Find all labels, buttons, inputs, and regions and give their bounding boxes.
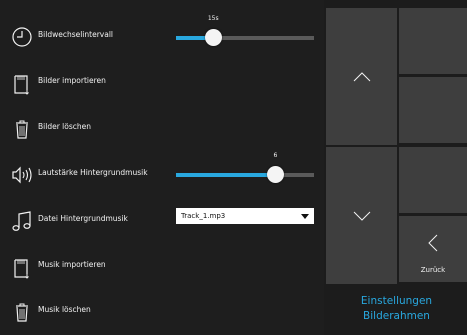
- setting-row-delete-images[interactable]: Bilder löschen: [0, 106, 324, 152]
- chevron-up-icon: [353, 71, 370, 81]
- import-icon: [14, 259, 29, 279]
- back-label: Zurück: [420, 266, 446, 274]
- empty-tile: [399, 8, 467, 74]
- import-music-label: Musik importieren: [38, 260, 106, 269]
- slideshow-interval-label: Bildwechselintervall: [38, 30, 113, 39]
- speaker-icon: [12, 166, 32, 184]
- music-file-selected: Track_1.mp3: [181, 212, 226, 220]
- setting-row-music-volume: Lautstärke Hintergrundmusik 6: [0, 152, 324, 198]
- chevron-down-icon: [353, 211, 370, 221]
- scroll-down-button[interactable]: [326, 147, 397, 284]
- slider-fill: [176, 173, 276, 177]
- music-file-select[interactable]: Track_1.mp3: [176, 208, 314, 224]
- slider-thumb[interactable]: [204, 29, 222, 46]
- page-title: Einstellungen Bilderahmen: [326, 284, 467, 335]
- delete-images-label: Bilder löschen: [38, 122, 91, 131]
- setting-row-delete-music[interactable]: Musik löschen: [0, 289, 324, 335]
- music-volume-label: Lautstärke Hintergrundmusik: [38, 168, 148, 177]
- music-volume-value: 6: [273, 152, 278, 159]
- trash-icon: [16, 303, 28, 322]
- setting-row-slideshow-interval: Bildwechselintervall 15s: [0, 14, 324, 60]
- slideshow-interval-slider[interactable]: 15s: [176, 15, 314, 47]
- empty-tile: [399, 147, 467, 213]
- import-images-label: Bilder importieren: [38, 76, 106, 85]
- settings-panel: Bildwechselintervall 15s Bilder importie…: [0, 0, 324, 335]
- setting-row-import-images[interactable]: Bilder importieren: [0, 60, 324, 106]
- navigation-panel: Zurück Einstellungen Bilderahmen: [324, 0, 467, 335]
- clock-icon: [12, 27, 32, 47]
- page-title-line2: Bilderahmen: [363, 310, 430, 322]
- chevron-left-icon: [428, 234, 438, 252]
- setting-row-import-music[interactable]: Musik importieren: [0, 244, 324, 290]
- trash-icon: [16, 120, 28, 139]
- scroll-up-button[interactable]: [326, 8, 397, 145]
- chevron-down-icon: [301, 214, 309, 219]
- delete-music-label: Musik löschen: [38, 305, 91, 314]
- empty-tile: [399, 77, 467, 143]
- slider-thumb[interactable]: [266, 166, 284, 183]
- slideshow-interval-value: 15s: [207, 15, 219, 22]
- import-icon: [14, 75, 29, 95]
- back-button[interactable]: Zurück: [399, 216, 467, 282]
- music-volume-slider[interactable]: 6: [176, 152, 314, 184]
- music-file-label: Datei Hintergrundmusik: [38, 214, 128, 223]
- page-title-line1: Einstellungen: [360, 295, 433, 307]
- music-note-icon: [12, 211, 31, 231]
